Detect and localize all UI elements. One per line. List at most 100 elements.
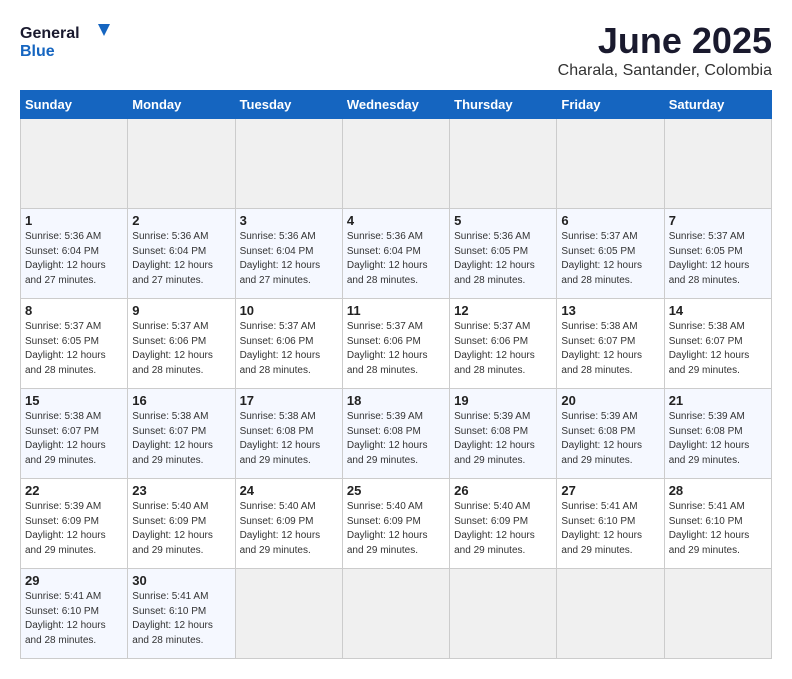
calendar-table: Sunday Monday Tuesday Wednesday Thursday… [20, 90, 772, 659]
cell-4-4: 26Sunrise: 5:40 AM Sunset: 6:09 PM Dayli… [450, 479, 557, 569]
col-sunday: Sunday [21, 91, 128, 119]
cell-5-0: 29Sunrise: 5:41 AM Sunset: 6:10 PM Dayli… [21, 569, 128, 659]
cell-2-1: 9 Sunrise: 5:37 AM Sunset: 6:06 PM Daylig… [128, 299, 235, 389]
col-friday: Friday [557, 91, 664, 119]
cell-0-0 [21, 119, 128, 209]
col-wednesday: Wednesday [342, 91, 449, 119]
month-title: June 2025 [558, 20, 772, 62]
col-thursday: Thursday [450, 91, 557, 119]
cell-2-4: 12 Sunrise: 5:37 AM Sunset: 6:06 PM Dayli… [450, 299, 557, 389]
day-info: Sunrise: 5:38 AM Sunset: 6:07 PM Dayligh… [132, 410, 230, 468]
day-number: 29 [25, 573, 123, 588]
cell-1-2: 3 Sunrise: 5:36 AM Sunset: 6:04 PM Daylig… [235, 209, 342, 299]
day-info: Sunrise: 5:38 AM Sunset: 6:07 PM Dayligh… [561, 320, 659, 378]
cell-3-4: 19 Sunrise: 5:39 AM Sunset: 6:08 PM Dayli… [450, 389, 557, 479]
cell-0-4 [450, 119, 557, 209]
day-info: Sunrise: 5:38 AM Sunset: 6:07 PM Dayligh… [25, 410, 123, 468]
day-info: Sunrise: 5:39 AM Sunset: 6:08 PM Dayligh… [347, 410, 445, 468]
col-saturday: Saturday [664, 91, 771, 119]
day-number: 28 [669, 483, 767, 498]
cell-3-3: 18Sunrise: 5:39 AM Sunset: 6:08 PM Dayli… [342, 389, 449, 479]
day-info: Sunrise: 5:41 AM Sunset: 6:10 PM Dayligh… [132, 590, 230, 648]
cell-1-4: 5 Sunrise: 5:36 AM Sunset: 6:05 PM Daylig… [450, 209, 557, 299]
day-info: Sunrise: 5:36 AM Sunset: 6:04 PM Dayligh… [132, 230, 230, 288]
cell-5-1: 30 Sunrise: 5:41 AM Sunset: 6:10 PM Dayli… [128, 569, 235, 659]
day-number: 24 [240, 483, 338, 498]
cell-1-3: 4 Sunrise: 5:36 AM Sunset: 6:04 PM Daylig… [342, 209, 449, 299]
day-info: Sunrise: 5:37 AM Sunset: 6:06 PM Dayligh… [454, 320, 552, 378]
cell-1-6: 7Sunrise: 5:37 AM Sunset: 6:05 PM Daylig… [664, 209, 771, 299]
day-number: 11 [347, 303, 445, 318]
day-info: Sunrise: 5:37 AM Sunset: 6:06 PM Dayligh… [132, 320, 230, 378]
cell-0-5 [557, 119, 664, 209]
cell-4-1: 23Sunrise: 5:40 AM Sunset: 6:09 PM Dayli… [128, 479, 235, 569]
week-row-0 [21, 119, 772, 209]
logo-svg: General Blue [20, 20, 110, 65]
cell-1-1: 2 Sunrise: 5:36 AM Sunset: 6:04 PM Daylig… [128, 209, 235, 299]
week-row-1: 1Sunrise: 5:36 AM Sunset: 6:04 PM Daylig… [21, 209, 772, 299]
day-info: Sunrise: 5:39 AM Sunset: 6:08 PM Dayligh… [454, 410, 552, 468]
day-info: Sunrise: 5:36 AM Sunset: 6:05 PM Dayligh… [454, 230, 552, 288]
day-number: 9 [132, 303, 230, 318]
day-info: Sunrise: 5:37 AM Sunset: 6:06 PM Dayligh… [240, 320, 338, 378]
day-number: 12 [454, 303, 552, 318]
day-number: 7 [669, 213, 767, 228]
cell-0-2 [235, 119, 342, 209]
cell-2-6: 14 Sunrise: 5:38 AM Sunset: 6:07 PM Dayli… [664, 299, 771, 389]
day-info: Sunrise: 5:39 AM Sunset: 6:08 PM Dayligh… [669, 410, 767, 468]
cell-5-3 [342, 569, 449, 659]
svg-text:Blue: Blue [20, 43, 55, 60]
day-number: 13 [561, 303, 659, 318]
day-number: 15 [25, 393, 123, 408]
day-number: 30 [132, 573, 230, 588]
cell-4-2: 24Sunrise: 5:40 AM Sunset: 6:09 PM Dayli… [235, 479, 342, 569]
col-tuesday: Tuesday [235, 91, 342, 119]
day-number: 2 [132, 213, 230, 228]
cell-3-1: 16Sunrise: 5:38 AM Sunset: 6:07 PM Dayli… [128, 389, 235, 479]
day-number: 6 [561, 213, 659, 228]
day-number: 3 [240, 213, 338, 228]
day-number: 4 [347, 213, 445, 228]
day-number: 14 [669, 303, 767, 318]
day-info: Sunrise: 5:37 AM Sunset: 6:05 PM Dayligh… [561, 230, 659, 288]
day-info: Sunrise: 5:39 AM Sunset: 6:09 PM Dayligh… [25, 500, 123, 558]
day-info: Sunrise: 5:41 AM Sunset: 6:10 PM Dayligh… [669, 500, 767, 558]
logo: General Blue [20, 20, 110, 65]
cell-0-3 [342, 119, 449, 209]
cell-4-3: 25 Sunrise: 5:40 AM Sunset: 6:09 PM Dayli… [342, 479, 449, 569]
cell-2-2: 10 Sunrise: 5:37 AM Sunset: 6:06 PM Dayli… [235, 299, 342, 389]
day-number: 17 [240, 393, 338, 408]
day-number: 26 [454, 483, 552, 498]
day-info: Sunrise: 5:36 AM Sunset: 6:04 PM Dayligh… [347, 230, 445, 288]
title-area: June 2025 Charala, Santander, Colombia [558, 20, 772, 80]
cell-4-5: 27Sunrise: 5:41 AM Sunset: 6:10 PM Dayli… [557, 479, 664, 569]
day-info: Sunrise: 5:36 AM Sunset: 6:04 PM Dayligh… [25, 230, 123, 288]
day-info: Sunrise: 5:36 AM Sunset: 6:04 PM Dayligh… [240, 230, 338, 288]
page-header: General Blue June 2025 Charala, Santande… [20, 20, 772, 80]
day-number: 19 [454, 393, 552, 408]
cell-1-0: 1Sunrise: 5:36 AM Sunset: 6:04 PM Daylig… [21, 209, 128, 299]
day-number: 25 [347, 483, 445, 498]
week-row-2: 8 Sunrise: 5:37 AM Sunset: 6:05 PM Daylig… [21, 299, 772, 389]
day-number: 8 [25, 303, 123, 318]
week-row-3: 15 Sunrise: 5:38 AM Sunset: 6:07 PM Dayli… [21, 389, 772, 479]
day-number: 5 [454, 213, 552, 228]
cell-5-5 [557, 569, 664, 659]
cell-0-1 [128, 119, 235, 209]
cell-4-0: 22Sunrise: 5:39 AM Sunset: 6:09 PM Dayli… [21, 479, 128, 569]
cell-3-6: 21Sunrise: 5:39 AM Sunset: 6:08 PM Dayli… [664, 389, 771, 479]
day-number: 10 [240, 303, 338, 318]
day-number: 23 [132, 483, 230, 498]
day-info: Sunrise: 5:38 AM Sunset: 6:07 PM Dayligh… [669, 320, 767, 378]
cell-0-6 [664, 119, 771, 209]
day-info: Sunrise: 5:40 AM Sunset: 6:09 PM Dayligh… [347, 500, 445, 558]
cell-3-2: 17Sunrise: 5:38 AM Sunset: 6:08 PM Dayli… [235, 389, 342, 479]
cell-2-0: 8 Sunrise: 5:37 AM Sunset: 6:05 PM Daylig… [21, 299, 128, 389]
day-info: Sunrise: 5:37 AM Sunset: 6:06 PM Dayligh… [347, 320, 445, 378]
cell-3-0: 15 Sunrise: 5:38 AM Sunset: 6:07 PM Dayli… [21, 389, 128, 479]
week-row-5: 29 Sunrise: 5:41 AM Sunset: 6:10 PM Dayli… [21, 569, 772, 659]
day-info: Sunrise: 5:37 AM Sunset: 6:05 PM Dayligh… [25, 320, 123, 378]
day-info: Sunrise: 5:41 AM Sunset: 6:10 PM Dayligh… [561, 500, 659, 558]
cell-5-2 [235, 569, 342, 659]
week-row-4: 22Sunrise: 5:39 AM Sunset: 6:09 PM Dayli… [21, 479, 772, 569]
